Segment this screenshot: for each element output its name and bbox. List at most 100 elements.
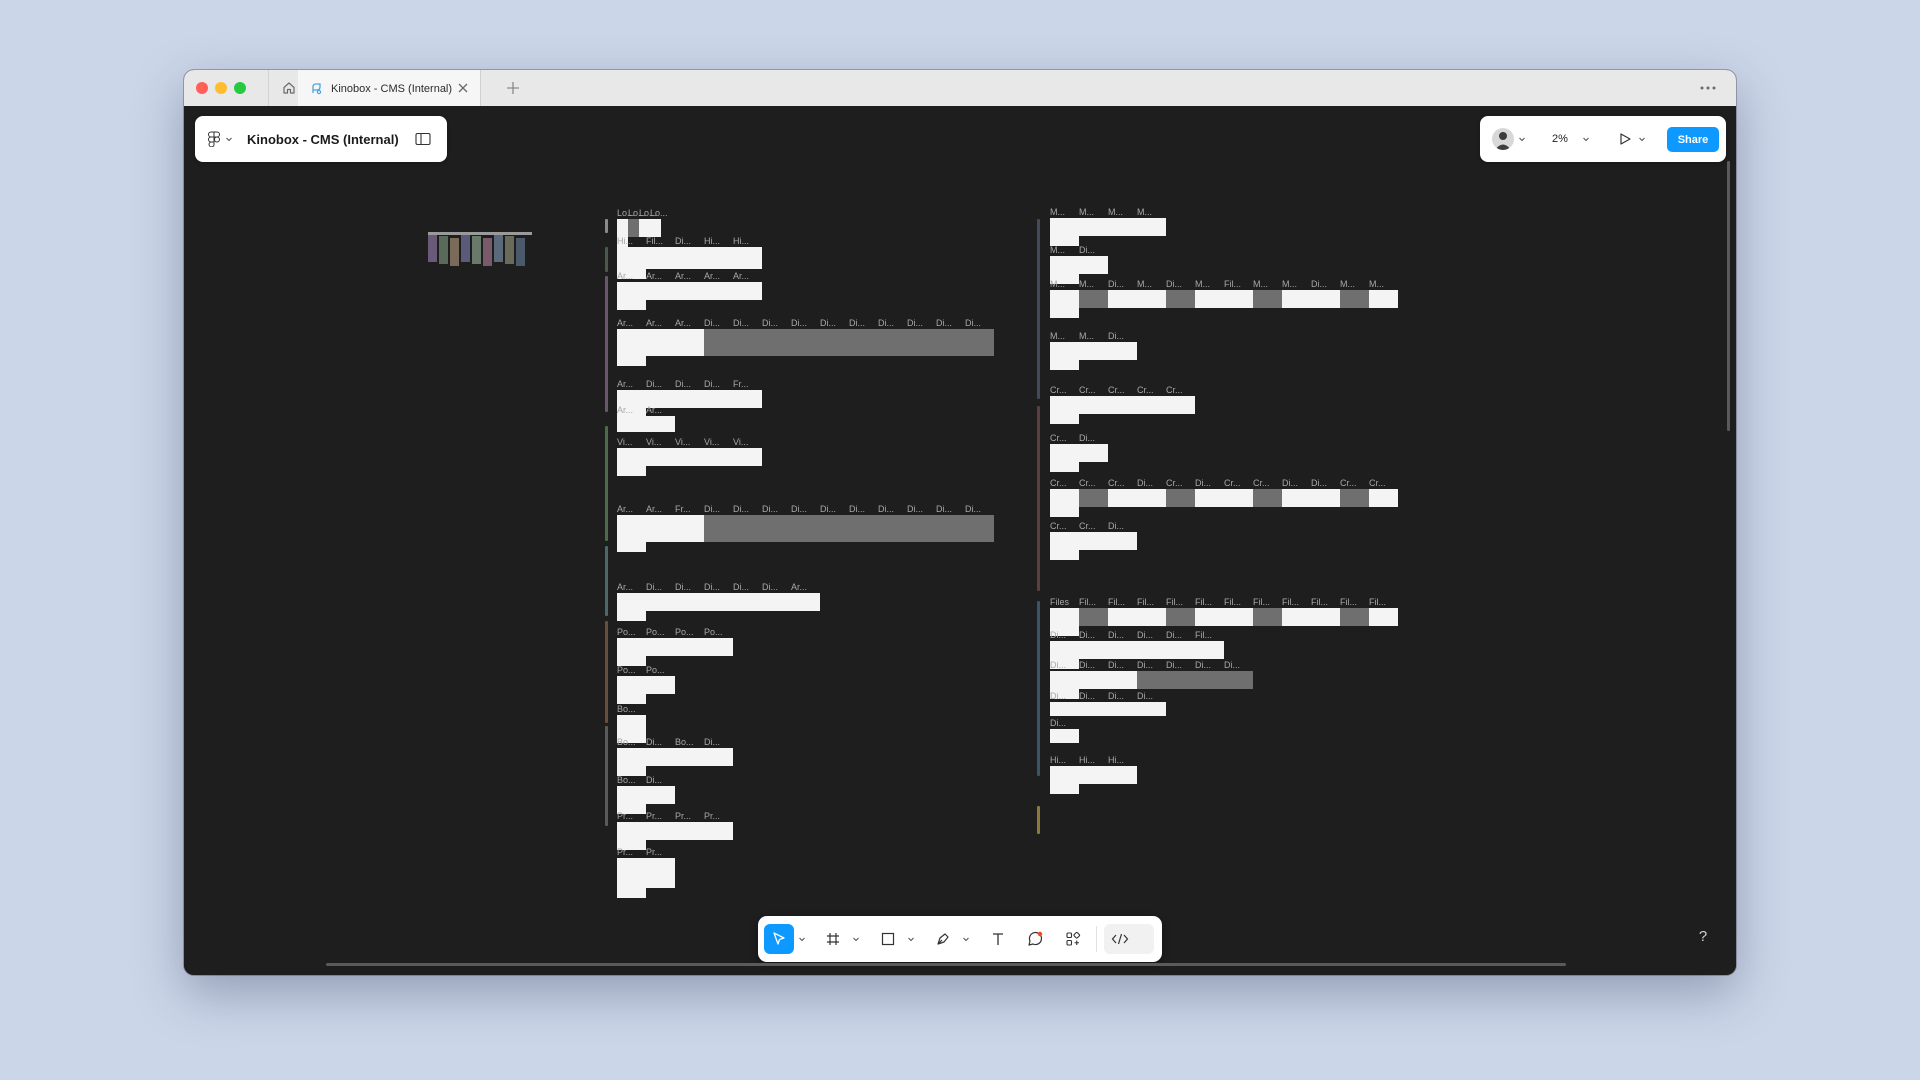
artboard-thumbnail[interactable] xyxy=(617,822,646,850)
artboard-thumbnail[interactable] xyxy=(1108,608,1137,626)
artboard-thumbnail[interactable] xyxy=(675,748,704,766)
help-button[interactable]: ? xyxy=(1693,928,1713,948)
artboard-thumbnail[interactable] xyxy=(646,515,675,542)
dev-mode-toggle[interactable] xyxy=(1104,924,1154,954)
artboard-thumbnail[interactable] xyxy=(704,282,733,300)
minimap-cluster-frame[interactable] xyxy=(483,238,492,266)
artboard-thumbnail[interactable] xyxy=(1108,532,1137,550)
artboard-thumbnail[interactable] xyxy=(1166,290,1195,308)
artboard-thumbnail[interactable] xyxy=(1137,218,1166,236)
minimap-cluster-frame[interactable] xyxy=(461,234,470,262)
artboard-thumbnail[interactable] xyxy=(617,515,646,552)
artboard-thumbnail[interactable] xyxy=(617,448,646,476)
artboard-thumbnail[interactable] xyxy=(1079,290,1108,308)
artboard-thumbnail[interactable] xyxy=(762,593,791,611)
artboard-thumbnail[interactable] xyxy=(762,329,791,356)
artboard-thumbnail[interactable] xyxy=(617,748,646,776)
artboard-thumbnail[interactable] xyxy=(1282,489,1311,507)
artboard-thumbnail[interactable] xyxy=(1224,290,1253,308)
minimize-window-button[interactable] xyxy=(215,82,227,94)
artboard-thumbnail[interactable] xyxy=(675,515,704,542)
minimap-cluster-frame[interactable] xyxy=(505,236,514,264)
horizontal-scrollbar[interactable] xyxy=(326,963,1566,966)
artboard-thumbnail[interactable] xyxy=(733,390,762,408)
artboard-thumbnail[interactable] xyxy=(1079,256,1108,274)
sidebar-toggle-icon[interactable] xyxy=(415,132,431,146)
artboard-thumbnail[interactable] xyxy=(1195,671,1224,689)
artboard-thumbnail[interactable] xyxy=(1282,290,1311,308)
artboard-thumbnail[interactable] xyxy=(1253,608,1282,626)
artboard-thumbnail[interactable] xyxy=(1108,641,1137,659)
tab-active-file[interactable]: Kinobox - CMS (Internal) xyxy=(298,70,481,107)
artboard-thumbnail[interactable] xyxy=(646,593,675,611)
artboard-thumbnail[interactable] xyxy=(675,593,704,611)
artboard-thumbnail[interactable] xyxy=(675,247,704,269)
artboard-thumbnail[interactable] xyxy=(646,822,675,840)
artboard-thumbnail[interactable] xyxy=(849,329,878,356)
artboard-thumbnail[interactable] xyxy=(617,676,646,704)
artboard-thumbnail[interactable] xyxy=(1108,218,1137,236)
text-tool[interactable] xyxy=(983,924,1013,954)
artboard-thumbnail[interactable] xyxy=(617,329,646,366)
artboard-thumbnail[interactable] xyxy=(675,638,704,656)
chevron-down-icon[interactable] xyxy=(962,935,970,943)
artboard-thumbnail[interactable] xyxy=(646,329,675,356)
artboard-thumbnail[interactable] xyxy=(1137,396,1166,414)
artboard-thumbnail[interactable] xyxy=(1050,532,1079,560)
artboard-thumbnail[interactable] xyxy=(1050,766,1079,794)
artboard-thumbnail[interactable] xyxy=(1166,671,1195,689)
artboard-thumbnail[interactable] xyxy=(1137,489,1166,507)
artboard-thumbnail[interactable] xyxy=(1079,641,1108,659)
artboard-thumbnail[interactable] xyxy=(733,593,762,611)
section-group-bar[interactable] xyxy=(1037,219,1040,399)
artboard-thumbnail[interactable] xyxy=(646,282,675,300)
artboard-thumbnail[interactable] xyxy=(704,390,733,408)
artboard-thumbnail[interactable] xyxy=(965,515,994,542)
artboard-thumbnail[interactable] xyxy=(878,515,907,542)
artboard-thumbnail[interactable] xyxy=(639,219,650,237)
maximize-window-button[interactable] xyxy=(234,82,246,94)
more-options-icon[interactable] xyxy=(1696,78,1720,98)
artboard-thumbnail[interactable] xyxy=(1311,290,1340,308)
minimap-cluster-frame[interactable] xyxy=(516,238,525,266)
section-group-bar[interactable] xyxy=(605,426,608,541)
artboard-thumbnail[interactable] xyxy=(791,329,820,356)
artboard-thumbnail[interactable] xyxy=(1050,290,1079,318)
design-canvas[interactable]: Lo... Lo... Lo... Lo... Hi... Fil... Di... Hi..… xyxy=(184,106,1736,975)
artboard-thumbnail[interactable] xyxy=(1108,342,1137,360)
artboard-thumbnail[interactable] xyxy=(646,676,675,694)
artboard-thumbnail[interactable] xyxy=(1050,444,1079,472)
artboard-thumbnail[interactable] xyxy=(1282,608,1311,626)
minimap-cluster-frame[interactable] xyxy=(450,238,459,266)
artboard-thumbnail[interactable] xyxy=(1224,671,1253,689)
artboard-thumbnail[interactable] xyxy=(1108,489,1137,507)
frame-tool[interactable] xyxy=(818,924,848,954)
artboard-thumbnail[interactable] xyxy=(791,593,820,611)
artboard-thumbnail[interactable] xyxy=(1224,608,1253,626)
artboard-thumbnail[interactable] xyxy=(1079,766,1108,784)
artboard-thumbnail[interactable] xyxy=(820,515,849,542)
close-icon[interactable] xyxy=(456,81,470,95)
artboard-thumbnail[interactable] xyxy=(1137,608,1166,626)
artboard-thumbnail[interactable] xyxy=(1108,290,1137,308)
actions-tool[interactable] xyxy=(1058,924,1088,954)
artboard-thumbnail[interactable] xyxy=(1108,766,1137,784)
minimap-cluster-frame[interactable] xyxy=(439,236,448,264)
artboard-thumbnail[interactable] xyxy=(617,593,646,621)
file-name[interactable]: Kinobox - CMS (Internal) xyxy=(247,132,399,147)
pen-tool[interactable] xyxy=(928,924,958,954)
artboard-thumbnail[interactable] xyxy=(628,219,639,237)
shape-tool[interactable] xyxy=(873,924,903,954)
artboard-thumbnail[interactable] xyxy=(646,638,675,656)
section-group-bar[interactable] xyxy=(605,247,608,272)
artboard-thumbnail[interactable] xyxy=(675,390,704,408)
section-group-bar[interactable] xyxy=(605,621,608,723)
section-group-bar[interactable] xyxy=(1037,601,1040,776)
artboard-thumbnail[interactable] xyxy=(675,329,704,356)
artboard-thumbnail[interactable] xyxy=(1050,218,1079,246)
artboard-thumbnail[interactable] xyxy=(1137,290,1166,308)
artboard-thumbnail[interactable] xyxy=(733,329,762,356)
artboard-thumbnail[interactable] xyxy=(1369,290,1398,308)
artboard-thumbnail[interactable] xyxy=(704,593,733,611)
section-group-bar[interactable] xyxy=(605,276,608,412)
